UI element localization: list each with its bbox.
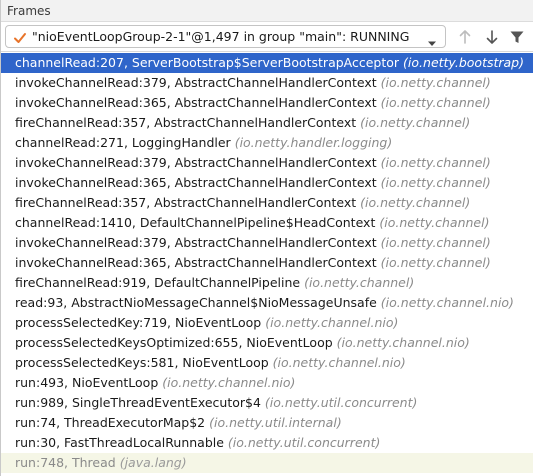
frame-row[interactable]: invokeChannelRead:379, AbstractChannelHa… — [1, 153, 533, 173]
frame-method: run:748, Thread — [15, 455, 116, 470]
frame-package: (io.netty.util.internal) — [209, 415, 342, 430]
frame-row[interactable]: channelRead:271, LoggingHandler (io.nett… — [1, 133, 533, 153]
frame-method: run:30, FastThreadLocalRunnable — [15, 435, 224, 450]
frame-row[interactable]: fireChannelRead:357, AbstractChannelHand… — [1, 193, 533, 213]
frame-row[interactable]: run:989, SingleThreadEventExecutor$4 (io… — [1, 393, 533, 413]
thread-selector-value: "nioEventLoopGroup-2-1"@1,497 in group "… — [32, 29, 410, 44]
frame-row[interactable]: run:748, Thread (java.lang) — [1, 453, 533, 473]
filter-icon[interactable] — [508, 28, 526, 46]
frame-row[interactable]: processSelectedKeys:581, NioEventLoop (i… — [1, 353, 533, 373]
frame-method: fireChannelRead:357, AbstractChannelHand… — [15, 115, 357, 130]
frame-method: run:493, NioEventLoop — [15, 375, 159, 390]
frame-package: (io.netty.channel.nio) — [380, 295, 514, 310]
frame-package: (java.lang) — [119, 455, 187, 470]
frame-package: (io.netty.channel) — [380, 155, 491, 170]
frame-method: processSelectedKeysOptimized:655, NioEve… — [15, 335, 333, 350]
frame-row[interactable]: invokeChannelRead:379, AbstractChannelHa… — [1, 73, 533, 93]
frame-package: (io.netty.channel) — [380, 95, 491, 110]
frame-method: invokeChannelRead:379, AbstractChannelHa… — [15, 75, 377, 90]
frame-row[interactable]: fireChannelRead:919, DefaultChannelPipel… — [1, 273, 533, 293]
frame-row[interactable]: read:93, AbstractNioMessageChannel$NioMe… — [1, 293, 533, 313]
frame-package: (io.netty.channel) — [380, 75, 491, 90]
frame-method: processSelectedKeys:581, NioEventLoop — [15, 355, 269, 370]
frame-method: fireChannelRead:919, DefaultChannelPipel… — [15, 275, 301, 290]
frame-row[interactable]: run:74, ThreadExecutorMap$2 (io.netty.ut… — [1, 413, 533, 433]
frame-method: read:93, AbstractNioMessageChannel$NioMe… — [15, 295, 377, 310]
frame-row[interactable]: processSelectedKey:719, NioEventLoop (io… — [1, 313, 533, 333]
frame-method: run:74, ThreadExecutorMap$2 — [15, 415, 206, 430]
chevron-down-icon — [427, 33, 437, 46]
frame-package: (io.netty.util.concurrent) — [264, 395, 418, 410]
frame-method: run:989, SingleThreadEventExecutor$4 — [15, 395, 261, 410]
frame-row[interactable]: invokeChannelRead:379, AbstractChannelHa… — [1, 233, 533, 253]
frame-package: (io.netty.channel) — [379, 215, 490, 230]
frame-method: invokeChannelRead:379, AbstractChannelHa… — [15, 155, 377, 170]
frame-package: (io.netty.util.concurrent) — [227, 435, 381, 450]
frame-method: processSelectedKey:719, NioEventLoop — [15, 315, 262, 330]
frames-list: channelRead:207, ServerBootstrap$ServerB… — [1, 53, 533, 473]
frame-method: invokeChannelRead:365, AbstractChannelHa… — [15, 95, 377, 110]
frame-row[interactable]: invokeChannelRead:365, AbstractChannelHa… — [1, 93, 533, 113]
frame-row[interactable]: channelRead:1410, DefaultChannelPipeline… — [1, 213, 533, 233]
arrow-up-icon[interactable] — [456, 28, 474, 46]
frame-row[interactable]: invokeChannelRead:365, AbstractChannelHa… — [1, 173, 533, 193]
frame-package: (io.netty.channel) — [380, 255, 491, 270]
frame-package: (io.netty.bootstrap) — [403, 55, 524, 70]
frame-row[interactable]: fireChannelRead:357, AbstractChannelHand… — [1, 113, 533, 133]
panel-title: Frames — [7, 4, 51, 18]
frame-method: channelRead:207, ServerBootstrap$ServerB… — [15, 55, 400, 70]
frame-row[interactable]: invokeChannelRead:365, AbstractChannelHa… — [1, 253, 533, 273]
frame-method: fireChannelRead:357, AbstractChannelHand… — [15, 195, 357, 210]
frame-package: (io.netty.handler.logging) — [234, 135, 393, 150]
frames-panel: Frames "nioEventLoopGroup-2-1"@1,497 in … — [0, 0, 533, 476]
frame-row[interactable]: run:493, NioEventLoop (io.netty.channel.… — [1, 373, 533, 393]
thread-selector-dropdown[interactable]: "nioEventLoopGroup-2-1"@1,497 in group "… — [5, 25, 446, 48]
frame-method: invokeChannelRead:379, AbstractChannelHa… — [15, 235, 377, 250]
frame-row-selected[interactable]: channelRead:207, ServerBootstrap$ServerB… — [1, 53, 533, 73]
panel-header: Frames — [1, 0, 533, 22]
frame-package: (io.netty.channel) — [380, 175, 491, 190]
frames-toolbar: "nioEventLoopGroup-2-1"@1,497 in group "… — [1, 22, 533, 52]
frame-method: channelRead:271, LoggingHandler — [15, 135, 231, 150]
check-icon — [13, 30, 27, 44]
frame-method: channelRead:1410, DefaultChannelPipeline… — [15, 215, 376, 230]
frame-method: invokeChannelRead:365, AbstractChannelHa… — [15, 255, 377, 270]
arrow-down-icon[interactable] — [483, 28, 501, 46]
frame-package: (io.netty.channel) — [360, 195, 471, 210]
frame-package: (io.netty.channel.nio) — [265, 315, 399, 330]
frame-method: invokeChannelRead:365, AbstractChannelHa… — [15, 175, 377, 190]
frame-package: (io.netty.channel) — [360, 115, 471, 130]
frame-package: (io.netty.channel.nio) — [162, 375, 296, 390]
frame-package: (io.netty.channel.nio) — [272, 355, 406, 370]
frame-package: (io.netty.channel) — [380, 235, 491, 250]
frame-row[interactable]: run:30, FastThreadLocalRunnable (io.nett… — [1, 433, 533, 453]
frame-package: (io.netty.channel) — [304, 275, 415, 290]
frame-row[interactable]: processSelectedKeysOptimized:655, NioEve… — [1, 333, 533, 353]
frame-package: (io.netty.channel.nio) — [336, 335, 470, 350]
